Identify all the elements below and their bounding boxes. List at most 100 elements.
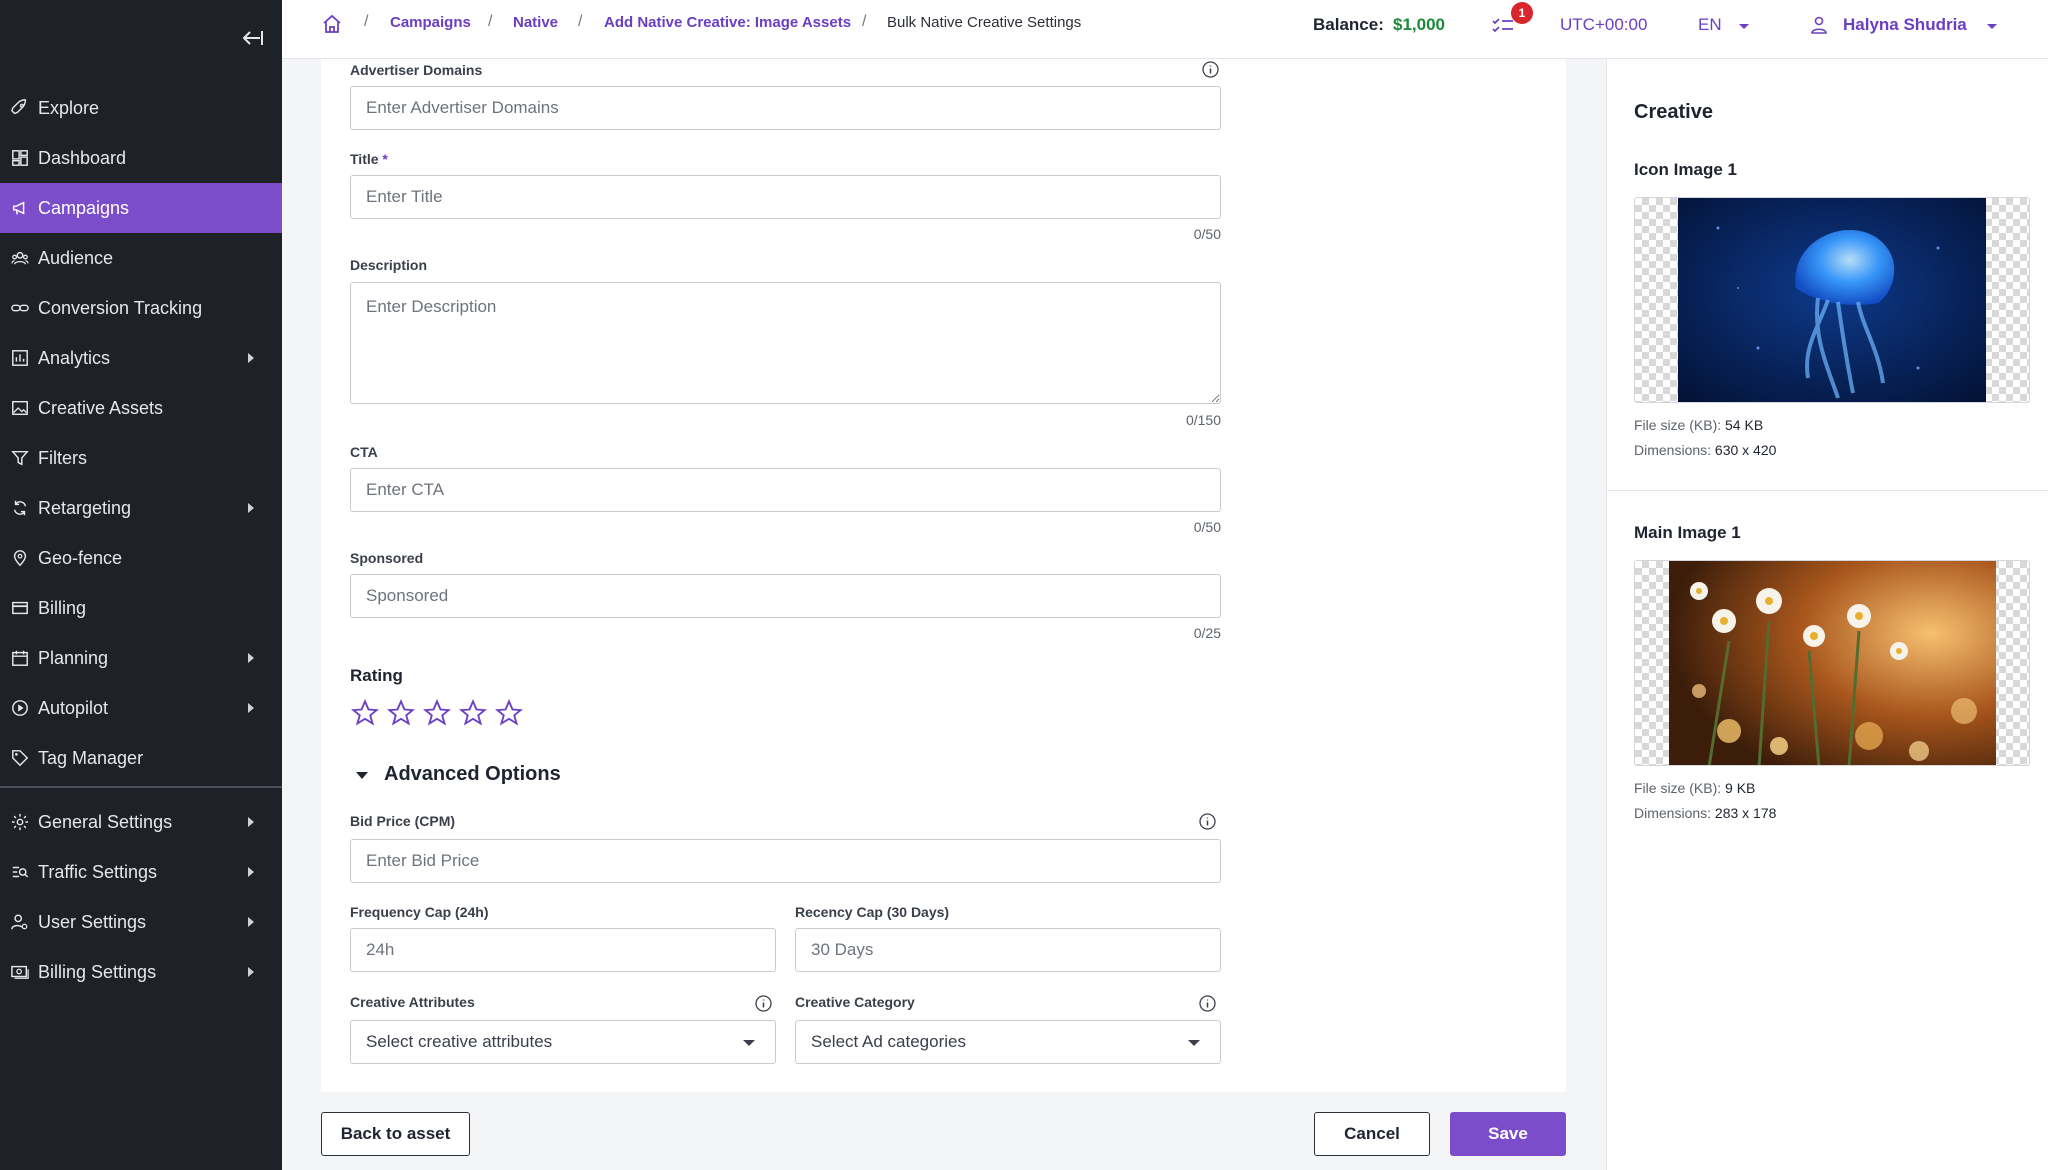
sidebar-item-traffic-settings[interactable]: Traffic Settings: [0, 847, 282, 897]
sidebar-item-label: Audience: [38, 247, 114, 268]
sidebar-item-billing-settings[interactable]: Billing Settings: [0, 947, 282, 997]
breadcrumb-campaigns[interactable]: Campaigns: [390, 14, 471, 31]
user-gear-icon: [10, 912, 30, 932]
breadcrumb-native[interactable]: Native: [513, 14, 558, 31]
sidebar-item-creative-assets[interactable]: Creative Assets: [0, 383, 282, 433]
back-to-asset-button[interactable]: Back to asset: [321, 1112, 470, 1156]
creative-category-select[interactable]: Select Ad categories: [795, 1020, 1221, 1064]
title-input[interactable]: [350, 175, 1221, 219]
sidebar-item-billing[interactable]: Billing: [0, 583, 282, 633]
sidebar-item-audience[interactable]: Audience: [0, 233, 282, 283]
sidebar-item-label: General Settings: [38, 811, 173, 832]
sidebar-item-label: Explore: [38, 97, 100, 118]
breadcrumb-add-native-creative[interactable]: Add Native Creative: Image Assets: [604, 14, 851, 31]
recency-cap-input[interactable]: [795, 928, 1221, 972]
star-icon[interactable]: [387, 699, 415, 727]
main-image-file-size-label: File size (KB):: [1634, 780, 1722, 796]
breadcrumb-separator: /: [862, 13, 867, 30]
sidebar-item-analytics[interactable]: Analytics: [0, 333, 282, 383]
info-icon[interactable]: [1199, 995, 1216, 1012]
sidebar-item-filters[interactable]: Filters: [0, 433, 282, 483]
language-selector[interactable]: EN: [1698, 15, 1722, 35]
sidebar-item-label: Billing Settings: [38, 961, 157, 982]
sidebar-item-label: Tag Manager: [38, 747, 144, 768]
flowers-image: [1669, 561, 1996, 765]
chevron-right-icon: [248, 867, 254, 877]
bid-price-input[interactable]: [350, 839, 1221, 883]
advertiser-domains-input[interactable]: [350, 86, 1221, 130]
info-icon[interactable]: [1202, 61, 1219, 78]
refresh-icon: [10, 498, 30, 518]
main-image-file-size: File size (KB): 9 KB: [1634, 780, 1755, 796]
sidebar-item-retargeting[interactable]: Retargeting: [0, 483, 282, 533]
home-icon[interactable]: [322, 14, 342, 34]
play-circle-icon: [10, 698, 30, 718]
star-icon[interactable]: [423, 699, 451, 727]
description-textarea[interactable]: [350, 282, 1221, 404]
credit-card-icon: [10, 598, 30, 618]
advanced-options-toggle[interactable]: Advanced Options: [384, 763, 561, 786]
sidebar-item-planning[interactable]: Planning: [0, 633, 282, 683]
rating-label: Rating: [350, 666, 403, 685]
user-menu[interactable]: Halyna Shudria: [1843, 15, 1967, 35]
sponsored-label: Sponsored: [350, 550, 424, 566]
sidebar-item-geo-fence[interactable]: Geo-fence: [0, 533, 282, 583]
sidebar-item-label: Campaigns: [38, 197, 130, 218]
collapse-sidebar-button[interactable]: [236, 24, 268, 52]
frequency-cap-input[interactable]: [350, 928, 776, 972]
info-icon[interactable]: [1199, 813, 1216, 830]
main-image-preview: [1634, 560, 2030, 766]
money-icon: [10, 962, 30, 982]
sidebar-item-label: Retargeting: [38, 497, 132, 518]
chevron-right-icon: [248, 967, 254, 977]
chevron-right-icon: [248, 917, 254, 927]
bid-price-label: Bid Price (CPM): [350, 813, 456, 829]
sidebar-item-explore[interactable]: Explore: [0, 83, 282, 133]
bar-chart-icon: [10, 348, 30, 368]
chevron-right-icon: [248, 503, 254, 513]
link-icon: [10, 298, 30, 318]
sidebar-item-label: Filters: [38, 447, 87, 468]
frequency-cap-label: Frequency Cap (24h): [350, 904, 489, 920]
icon-image-dimensions-value: 630 x 420: [1714, 442, 1777, 458]
sidebar-item-tag-manager[interactable]: Tag Manager: [0, 733, 282, 783]
sponsored-input[interactable]: [350, 574, 1221, 618]
cancel-button[interactable]: Cancel: [1314, 1112, 1430, 1156]
sidebar: Explore Dashboard Campaigns Audience Con…: [0, 0, 282, 1170]
sidebar-item-campaigns[interactable]: Campaigns: [0, 183, 282, 233]
cta-input[interactable]: [350, 468, 1221, 512]
chevron-down-icon: [743, 1040, 755, 1046]
sidebar-item-dashboard[interactable]: Dashboard: [0, 133, 282, 183]
creative-attributes-select[interactable]: Select creative attributes: [350, 1020, 776, 1064]
icon-image-file-size-label: File size (KB):: [1634, 417, 1722, 433]
advertiser-domains-label: Advertiser Domains: [350, 62, 483, 78]
star-icon[interactable]: [495, 699, 523, 727]
sidebar-item-label: Analytics: [38, 347, 111, 368]
sidebar-item-autopilot[interactable]: Autopilot: [0, 683, 282, 733]
sidebar-item-general-settings[interactable]: General Settings: [0, 797, 282, 847]
sidebar-item-label: Traffic Settings: [38, 861, 158, 882]
icon-image-file-size: File size (KB): 54 KB: [1634, 417, 1763, 433]
sidebar-item-label: User Settings: [38, 911, 147, 932]
chevron-right-icon: [248, 353, 254, 363]
star-icon[interactable]: [351, 699, 379, 727]
main-image-dimensions-value: 283 x 178: [1714, 805, 1777, 821]
list-search-icon: [10, 862, 30, 882]
info-icon[interactable]: [755, 995, 772, 1012]
collapse-arrow-icon: [242, 31, 263, 45]
icon-image-dimensions-label: Dimensions:: [1634, 442, 1712, 458]
creative-attributes-value: Select creative attributes: [366, 1032, 553, 1051]
sidebar-item-conversion-tracking[interactable]: Conversion Tracking: [0, 283, 282, 333]
chevron-down-icon: [1188, 1040, 1200, 1046]
task-list-icon[interactable]: [1492, 16, 1514, 36]
star-icon[interactable]: [459, 699, 487, 727]
save-button[interactable]: Save: [1450, 1112, 1566, 1156]
caret-down-icon[interactable]: [356, 772, 368, 779]
recency-cap-label: Recency Cap (30 Days): [795, 904, 950, 920]
sidebar-item-user-settings[interactable]: User Settings: [0, 897, 282, 947]
sidebar-item-label: Dashboard: [38, 147, 127, 168]
chevron-down-icon: [1987, 24, 1997, 29]
timezone-selector[interactable]: UTC+00:00: [1560, 15, 1647, 35]
notification-badge: 1: [1511, 2, 1533, 24]
main-image-dimensions: Dimensions: 283 x 178: [1634, 805, 1776, 821]
